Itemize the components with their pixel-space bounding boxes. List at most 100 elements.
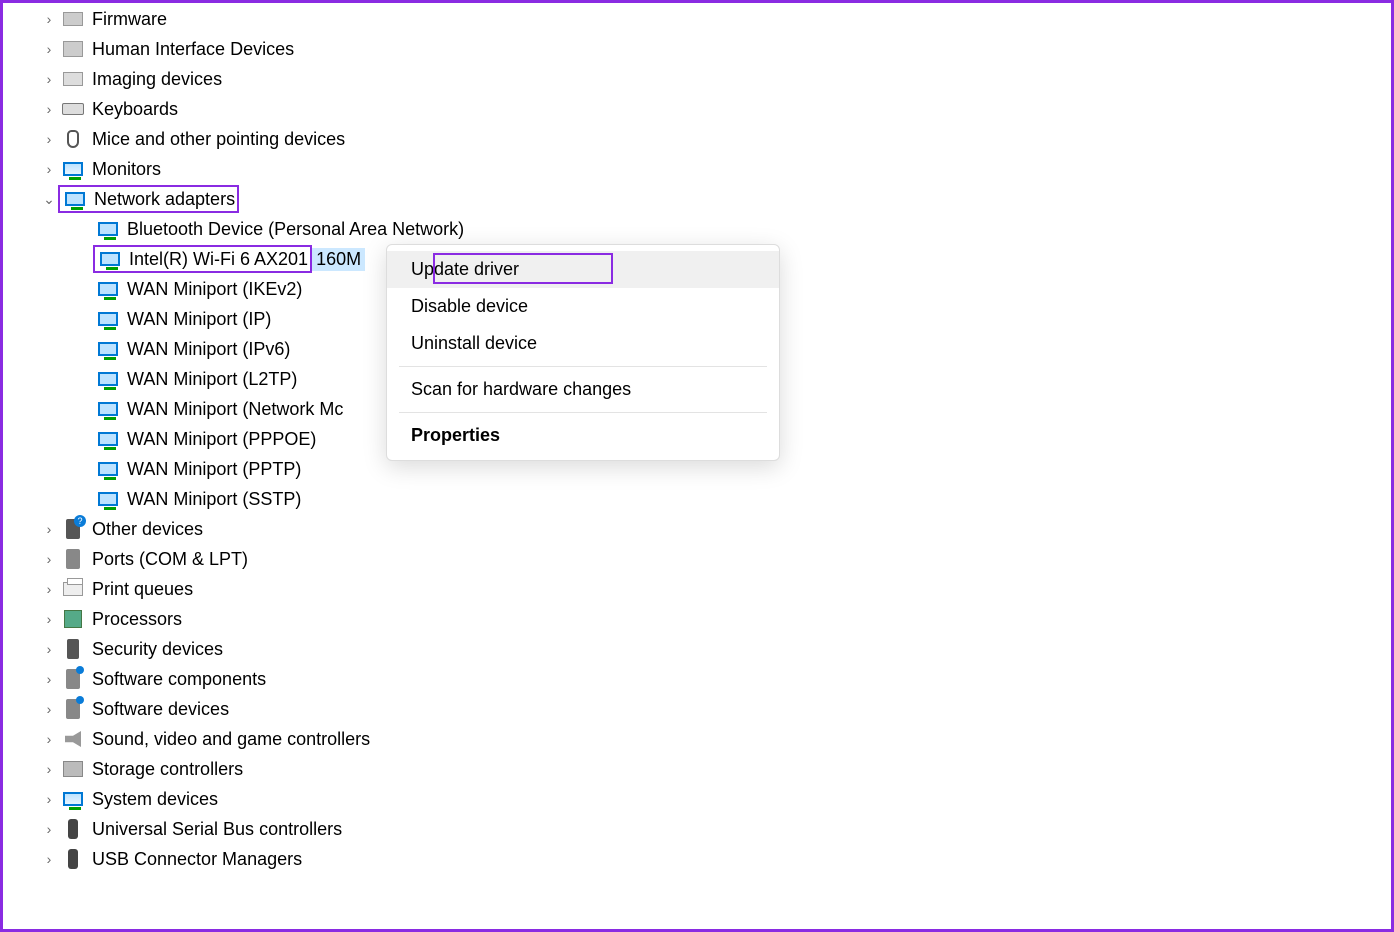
- tree-item-label: Keyboards: [92, 99, 178, 120]
- chevron-right-icon[interactable]: ›: [40, 101, 58, 117]
- chevron-right-icon[interactable]: ›: [40, 701, 58, 717]
- tree-item-label: WAN Miniport (PPPOE): [127, 429, 316, 450]
- tree-item-label: Imaging devices: [92, 69, 222, 90]
- speaker-icon: [60, 728, 86, 750]
- tree-item-print-queues[interactable]: › Print queues: [40, 574, 1394, 604]
- printer-icon: [60, 578, 86, 600]
- tree-item-bluetooth-pan[interactable]: · Bluetooth Device (Personal Area Networ…: [40, 214, 1394, 244]
- tree-item-firmware[interactable]: › Firmware: [40, 4, 1394, 34]
- processor-icon: [60, 608, 86, 630]
- chevron-right-icon[interactable]: ›: [40, 791, 58, 807]
- storage-icon: [60, 758, 86, 780]
- tree-item-label: System devices: [92, 789, 218, 810]
- tree-item-sound[interactable]: › Sound, video and game controllers: [40, 724, 1394, 754]
- chevron-right-icon[interactable]: ›: [40, 551, 58, 567]
- tree-item-usb-connector-managers[interactable]: › USB Connector Managers: [40, 844, 1394, 874]
- menu-scan-hardware[interactable]: Scan for hardware changes: [387, 371, 779, 408]
- spacer-icon: ·: [75, 281, 93, 297]
- tree-item-label: Software devices: [92, 699, 229, 720]
- system-icon: [60, 788, 86, 810]
- chevron-right-icon[interactable]: ›: [40, 71, 58, 87]
- chevron-right-icon[interactable]: ›: [40, 761, 58, 777]
- tree-item-label: Human Interface Devices: [92, 39, 294, 60]
- menu-separator: [399, 412, 767, 413]
- chevron-right-icon[interactable]: ›: [40, 131, 58, 147]
- chevron-right-icon[interactable]: ›: [40, 41, 58, 57]
- tree-item-label: Processors: [92, 609, 182, 630]
- chevron-right-icon[interactable]: ›: [40, 851, 58, 867]
- spacer-icon: ·: [75, 461, 93, 477]
- highlight-network-adapters: Network adapters: [58, 185, 239, 213]
- chevron-down-icon[interactable]: ⌄: [40, 191, 58, 208]
- network-adapter-icon: [95, 458, 121, 480]
- chevron-right-icon[interactable]: ›: [40, 161, 58, 177]
- usb-icon: [60, 818, 86, 840]
- menu-properties[interactable]: Properties: [387, 417, 779, 454]
- chevron-right-icon[interactable]: ›: [40, 641, 58, 657]
- tree-item-label: WAN Miniport (IP): [127, 309, 271, 330]
- tree-item-label-suffix: 160M: [312, 248, 365, 271]
- tree-item-imaging[interactable]: › Imaging devices: [40, 64, 1394, 94]
- network-adapter-icon: [95, 398, 121, 420]
- spacer-icon: ·: [75, 311, 93, 327]
- port-icon: [60, 548, 86, 570]
- tree-item-label: WAN Miniport (IPv6): [127, 339, 290, 360]
- chevron-right-icon[interactable]: ›: [40, 521, 58, 537]
- security-icon: [60, 638, 86, 660]
- tree-item-label: Security devices: [92, 639, 223, 660]
- tree-item-security[interactable]: › Security devices: [40, 634, 1394, 664]
- tree-item-label: Other devices: [92, 519, 203, 540]
- chevron-right-icon[interactable]: ›: [40, 821, 58, 837]
- tree-item-ports[interactable]: › Ports (COM & LPT): [40, 544, 1394, 574]
- tree-item-usb-controllers[interactable]: › Universal Serial Bus controllers: [40, 814, 1394, 844]
- tree-item-processors[interactable]: › Processors: [40, 604, 1394, 634]
- spacer-icon: ·: [75, 251, 93, 267]
- tree-item-other-devices[interactable]: › Other devices: [40, 514, 1394, 544]
- keyboard-icon: [60, 98, 86, 120]
- mouse-icon: [60, 128, 86, 150]
- tree-item-hid[interactable]: › Human Interface Devices: [40, 34, 1394, 64]
- network-adapter-icon: [97, 248, 123, 270]
- tree-item-label: Firmware: [92, 9, 167, 30]
- chevron-right-icon[interactable]: ›: [40, 611, 58, 627]
- tree-item-label: Universal Serial Bus controllers: [92, 819, 342, 840]
- tree-item-system-devices[interactable]: › System devices: [40, 784, 1394, 814]
- tree-item-software-devices[interactable]: › Software devices: [40, 694, 1394, 724]
- tree-item-label: WAN Miniport (SSTP): [127, 489, 301, 510]
- tree-item-storage[interactable]: › Storage controllers: [40, 754, 1394, 784]
- spacer-icon: ·: [75, 221, 93, 237]
- tree-item-label: Ports (COM & LPT): [92, 549, 248, 570]
- tree-item-label: Intel(R) Wi-Fi 6 AX201: [129, 249, 308, 270]
- network-adapter-icon: [95, 488, 121, 510]
- tree-item-mice[interactable]: › Mice and other pointing devices: [40, 124, 1394, 154]
- tree-item-monitors[interactable]: › Monitors: [40, 154, 1394, 184]
- menu-update-driver[interactable]: Update driver: [387, 251, 779, 288]
- tree-item-label: Bluetooth Device (Personal Area Network): [127, 219, 464, 240]
- tree-item-label: USB Connector Managers: [92, 849, 302, 870]
- spacer-icon: ·: [75, 401, 93, 417]
- spacer-icon: ·: [75, 341, 93, 357]
- tree-item-label: Print queues: [92, 579, 193, 600]
- menu-disable-device[interactable]: Disable device: [387, 288, 779, 325]
- network-adapter-icon: [95, 308, 121, 330]
- tree-item-network-adapters[interactable]: ⌄ Network adapters: [40, 184, 1394, 214]
- chevron-right-icon[interactable]: ›: [40, 581, 58, 597]
- chevron-right-icon[interactable]: ›: [40, 11, 58, 27]
- tree-item-label: Software components: [92, 669, 266, 690]
- tree-item-software-components[interactable]: › Software components: [40, 664, 1394, 694]
- other-devices-icon: [60, 518, 86, 540]
- network-adapter-icon: [95, 278, 121, 300]
- firmware-icon: [60, 8, 86, 30]
- menu-uninstall-device[interactable]: Uninstall device: [387, 325, 779, 362]
- chevron-right-icon[interactable]: ›: [40, 671, 58, 687]
- network-adapter-icon: [95, 368, 121, 390]
- tree-item-keyboards[interactable]: › Keyboards: [40, 94, 1394, 124]
- tree-item-label: WAN Miniport (IKEv2): [127, 279, 302, 300]
- imaging-icon: [60, 68, 86, 90]
- tree-item-wan-sstp[interactable]: · WAN Miniport (SSTP): [40, 484, 1394, 514]
- spacer-icon: ·: [75, 491, 93, 507]
- chevron-right-icon[interactable]: ›: [40, 731, 58, 747]
- network-adapter-icon: [95, 428, 121, 450]
- tree-item-label: Monitors: [92, 159, 161, 180]
- tree-item-label: WAN Miniport (PPTP): [127, 459, 301, 480]
